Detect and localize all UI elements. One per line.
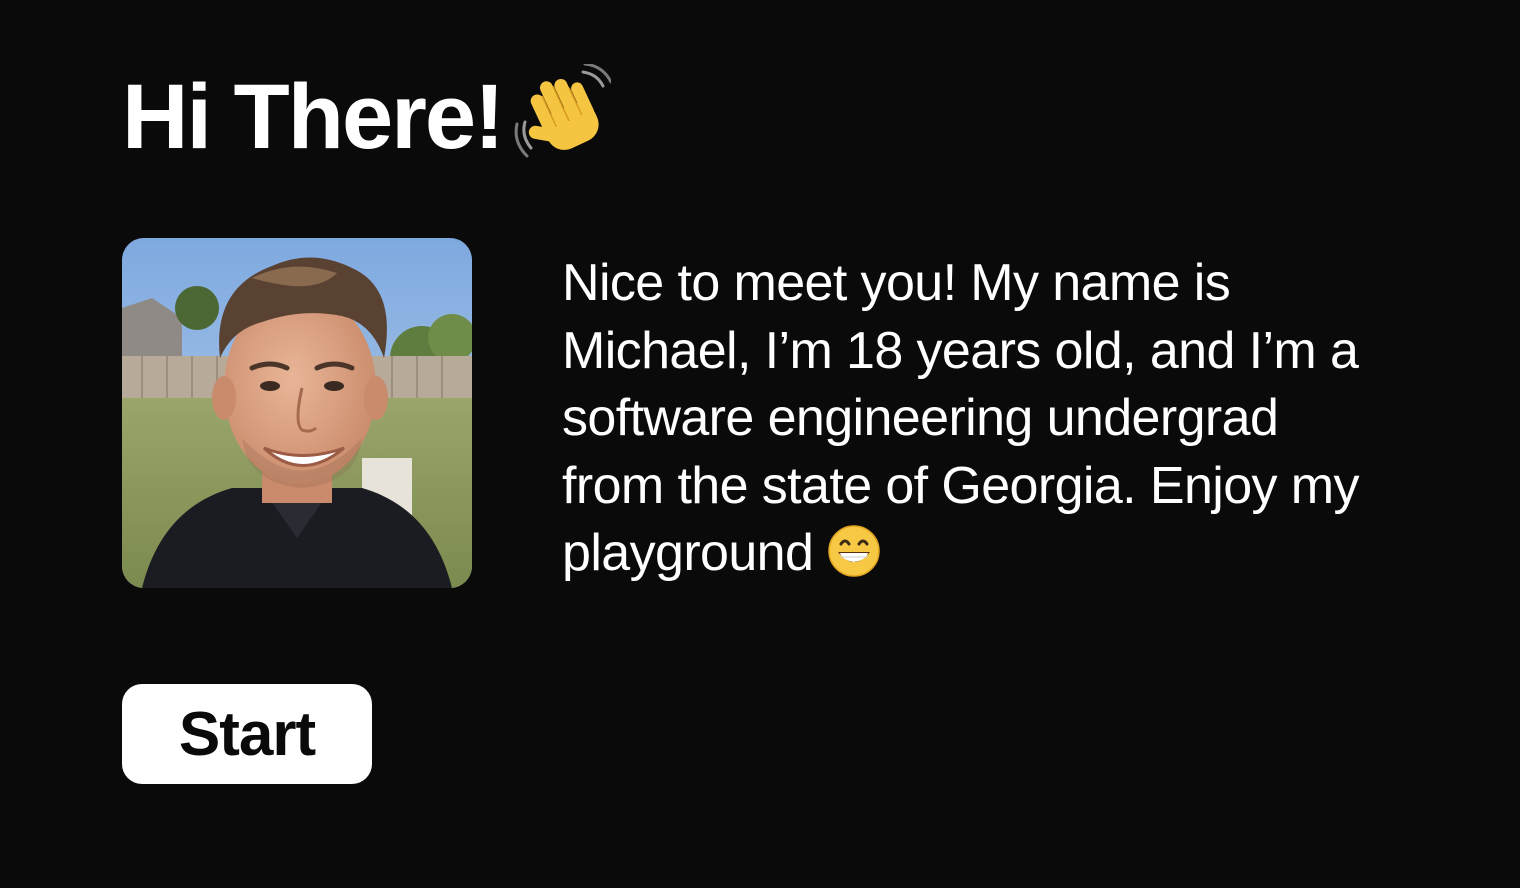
start-button[interactable]: Start xyxy=(122,684,372,784)
bio-line: software engineering undergrad xyxy=(562,389,1279,447)
bio-line: from the state of Georgia. Enjoy my xyxy=(562,456,1360,515)
profile-photo xyxy=(122,238,472,588)
waving-hand-icon xyxy=(514,64,611,158)
bio-line-last: playground xyxy=(562,520,1422,588)
header: Hi There! xyxy=(122,62,611,172)
bio-text: Nice to meet you! My name is Michael, I’… xyxy=(562,250,1422,588)
page-title: Hi There! xyxy=(122,66,505,168)
bio-line: Michael, I’m 18 years old, and I’m a xyxy=(562,321,1359,380)
grinning-face-icon xyxy=(828,525,881,577)
bio-line: Nice to meet you! My name is xyxy=(562,254,1231,312)
bio-line-text: playground xyxy=(562,524,814,582)
